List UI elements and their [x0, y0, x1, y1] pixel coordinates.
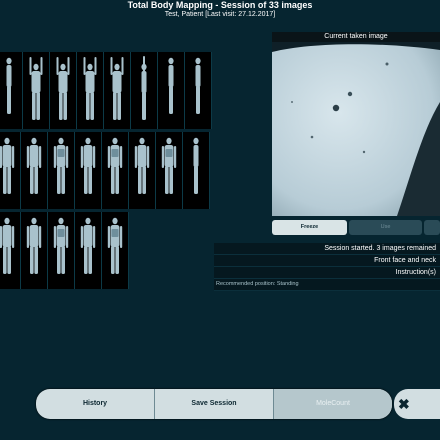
body-silhouette-icon: [110, 57, 124, 120]
body-silhouette-icon: [141, 56, 147, 120]
body-thumbnail[interactable]: [104, 52, 131, 129]
save-session-button[interactable]: Save Session: [155, 389, 274, 419]
body-thumbnail[interactable]: [75, 132, 102, 209]
molecount-button[interactable]: MoleCount: [274, 389, 392, 419]
history-button[interactable]: History: [36, 389, 155, 419]
body-silhouette-icon: [6, 57, 12, 114]
body-thumbnail[interactable]: [0, 52, 23, 129]
body-silhouette-icon: [107, 217, 123, 274]
body-silhouette-icon: [26, 217, 42, 274]
close-icon: ✖: [398, 396, 410, 412]
body-thumbnail[interactable]: [131, 52, 158, 129]
body-thumbnail[interactable]: [21, 212, 48, 289]
bottom-toolbar: History Save Session MoleCount: [36, 389, 392, 419]
body-thumbnail[interactable]: [185, 52, 212, 129]
patient-info: Test, Patient [Last visit: 27.12.2017]: [164, 11, 276, 18]
capture-controls: Freeze Use: [272, 220, 440, 235]
freeze-button[interactable]: Freeze: [272, 220, 347, 235]
body-silhouette-icon: [193, 137, 199, 194]
body-thumbnail[interactable]: [0, 132, 21, 209]
body-silhouette-icon: [107, 137, 123, 194]
body-thumbnail[interactable]: [129, 132, 156, 209]
body-thumbnail[interactable]: [75, 212, 102, 289]
body-thumbnail[interactable]: [158, 52, 185, 129]
body-thumbnail[interactable]: [50, 52, 77, 129]
body-thumbnail[interactable]: [48, 132, 75, 209]
session-title: Total Body Mapping - Session of 33 image…: [127, 0, 313, 10]
body-thumbnail[interactable]: [77, 52, 104, 129]
current-image-panel: Current taken image: [272, 32, 440, 216]
body-silhouette-icon: [0, 217, 15, 274]
body-thumbnail[interactable]: [0, 212, 21, 289]
body-thumbnail[interactable]: [21, 132, 48, 209]
body-silhouette-icon: [53, 217, 69, 274]
third-capture-button[interactable]: [424, 220, 440, 235]
body-thumbnail[interactable]: [102, 132, 129, 209]
body-silhouette-icon: [56, 57, 70, 120]
current-region: Front face and neck: [214, 255, 440, 267]
body-silhouette-icon: [83, 57, 97, 120]
body-silhouette-icon: [80, 137, 96, 194]
body-silhouette-icon: [53, 137, 69, 194]
current-image-title: Current taken image: [272, 32, 440, 42]
body-silhouette-icon: [26, 137, 42, 194]
body-map-thumbnail-grid: [0, 52, 212, 290]
body-thumbnail[interactable]: [102, 212, 129, 289]
body-silhouette-icon: [161, 137, 177, 194]
body-thumbnail[interactable]: [183, 132, 210, 209]
status-panel: Session started. 3 images remained Front…: [214, 243, 440, 291]
body-silhouette-icon: [80, 217, 96, 274]
body-silhouette-icon: [134, 137, 150, 194]
recommended-position: Recommended position: Standing: [214, 279, 440, 291]
body-silhouette-icon: [195, 57, 201, 114]
body-thumbnail[interactable]: [23, 52, 50, 129]
body-thumbnail[interactable]: [156, 132, 183, 209]
current-image: [272, 42, 440, 216]
body-silhouette-icon: [168, 57, 174, 114]
body-thumbnail[interactable]: [48, 212, 75, 289]
body-silhouette-icon: [29, 57, 43, 120]
body-silhouette-icon: [0, 137, 15, 194]
close-button[interactable]: ✖: [394, 389, 440, 419]
use-button[interactable]: Use: [349, 220, 422, 235]
instructions-label: Instruction(s): [214, 267, 440, 279]
status-line: Session started. 3 images remained: [214, 243, 440, 255]
